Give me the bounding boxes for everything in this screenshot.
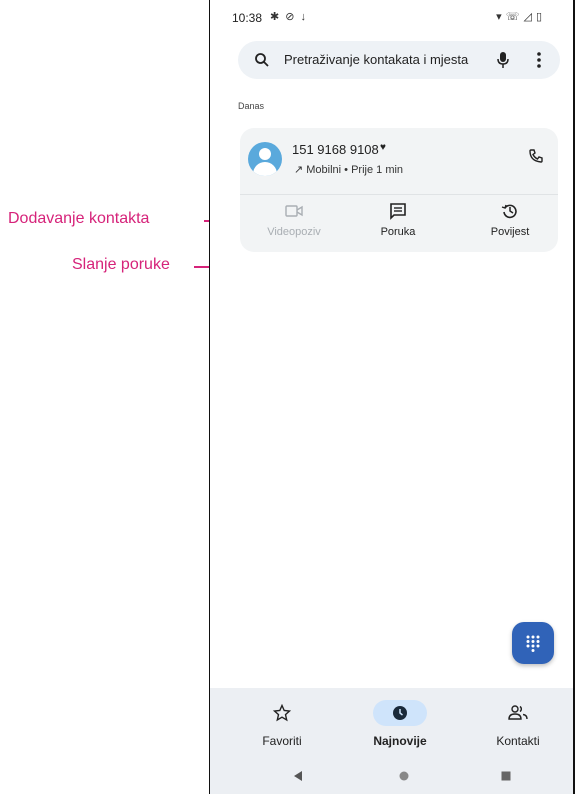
nav-favorites-label: Favoriti	[262, 734, 302, 748]
phone-screen: 10:38 ✱⊘↓ ▾☏◿▯ Pretraživanje kontakata i…	[210, 0, 574, 794]
more-options-icon[interactable]	[536, 51, 542, 69]
status-right-icons: ▾☏◿▯	[496, 10, 546, 23]
nav-favorites[interactable]: Favoriti	[232, 700, 332, 748]
bottom-navigation: Favoriti Najnovije Kontakti	[210, 688, 574, 794]
signal-icon: ◿	[523, 11, 536, 23]
dialpad-icon	[526, 635, 540, 652]
message-button[interactable]: Poruka	[358, 202, 438, 238]
annotation-send-message: Slanje poruke	[72, 256, 170, 273]
section-label-today: Danas	[238, 101, 265, 111]
mic-icon[interactable]	[496, 51, 510, 69]
history-icon	[501, 204, 517, 219]
wifi-call-icon: ♥	[380, 142, 386, 153]
call-log-entry[interactable]: 151 9168 9108 ♥ ↗ Mobilni • Prije 1 min …	[240, 128, 558, 252]
message-icon	[390, 203, 406, 220]
video-call-label: Videopoziv	[267, 226, 321, 238]
nav-contacts[interactable]: Kontakti	[468, 700, 568, 748]
nav-contacts-label: Kontakti	[496, 734, 540, 748]
home-icon[interactable]	[398, 770, 410, 782]
video-icon	[285, 205, 303, 217]
status-left-icons: ✱⊘↓	[270, 10, 312, 23]
nav-recents[interactable]: Najnovije	[350, 700, 450, 748]
message-label: Poruka	[380, 226, 416, 238]
wifi-icon: ▾	[496, 11, 506, 23]
history-button[interactable]: Povijest	[470, 202, 550, 238]
card-divider	[240, 194, 558, 195]
avatar[interactable]	[248, 142, 282, 176]
annotation-add-contact: Dodavanje kontakta	[8, 210, 150, 227]
call-number: 151 9168 9108	[292, 142, 379, 157]
star-icon	[272, 703, 292, 722]
settings-icon: ✱	[270, 11, 286, 23]
call-icon[interactable]	[528, 148, 544, 164]
clock-icon	[393, 706, 407, 720]
status-bar: 10:38 ✱⊘↓ ▾☏◿▯	[210, 0, 574, 36]
call-meta: ↗ Mobilni • Prije 1 min	[294, 164, 404, 176]
call-signal-icon: ☏	[505, 11, 524, 23]
battery-icon: ▯	[535, 11, 546, 23]
nav-recents-pill	[373, 700, 427, 726]
recents-icon[interactable]	[500, 770, 512, 782]
dialpad-button[interactable]	[512, 622, 554, 664]
video-call-button[interactable]: Videopoziv	[254, 202, 334, 238]
download-icon: ↓	[300, 11, 312, 23]
people-icon	[508, 705, 528, 720]
search-input[interactable]: Pretraživanje kontakata i mjesta	[284, 52, 468, 67]
back-icon[interactable]	[292, 770, 304, 782]
history-label: Povijest	[490, 226, 530, 238]
nav-recents-label: Najnovije	[373, 734, 427, 748]
search-icon	[255, 53, 269, 67]
search-bar[interactable]: Pretraživanje kontakata i mjesta	[238, 41, 560, 79]
dnd-icon: ⊘	[285, 11, 301, 23]
status-time: 10:38	[232, 11, 263, 25]
